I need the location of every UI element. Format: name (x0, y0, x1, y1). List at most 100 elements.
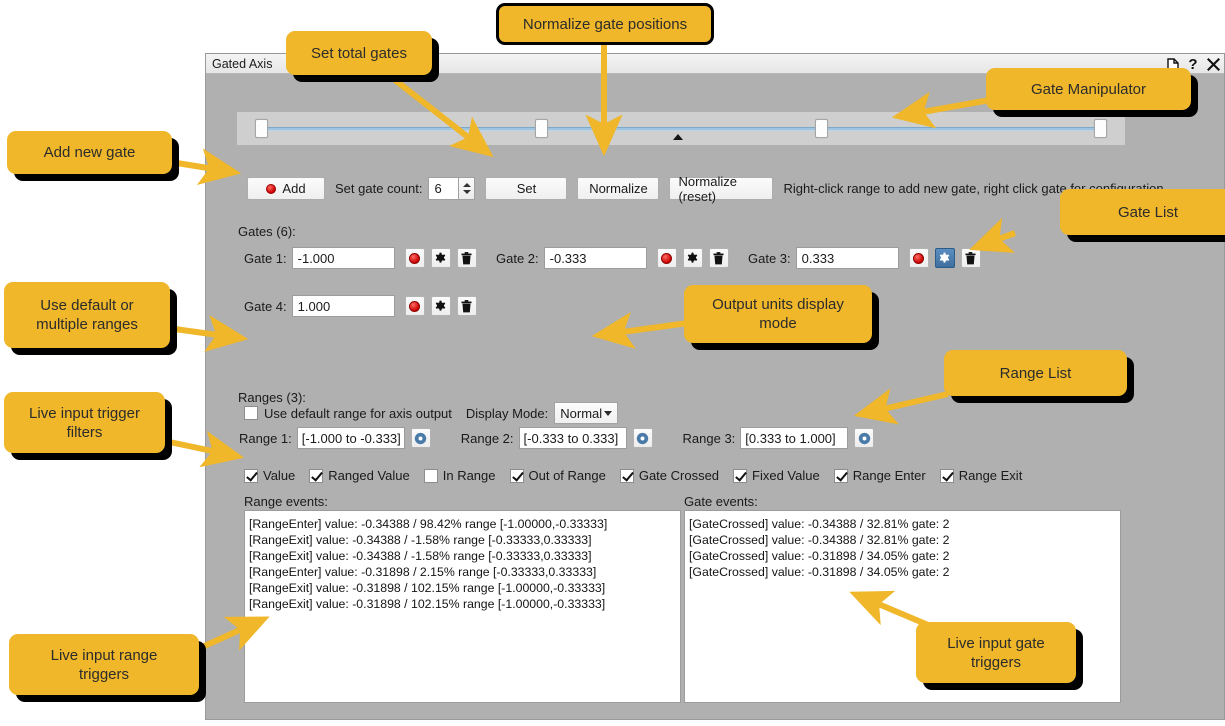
gate-value-input[interactable]: 1.000 (291, 295, 395, 317)
gate-delete-button[interactable] (456, 296, 477, 316)
gate-manipulator[interactable] (237, 112, 1125, 145)
gate-settings-button[interactable] (934, 248, 955, 268)
log-line: [RangeEnter] value: -0.34388 / 98.42% ra… (249, 517, 608, 531)
filter-checkbox[interactable] (833, 468, 848, 483)
gate-label: Gate 4: (244, 298, 287, 314)
log-line: [GateCrossed] value: -0.34388 / 32.81% g… (689, 517, 950, 531)
filter-fixed-value[interactable]: Fixed Value (733, 468, 820, 483)
callout-live-input-range-triggers: Live input range triggers (9, 634, 199, 695)
gate-row: Gate 3: 0.333 (748, 247, 981, 269)
gate-value-input[interactable]: 0.333 (795, 247, 899, 269)
filter-range-enter[interactable]: Range Enter (833, 468, 926, 483)
filter-checkbox[interactable] (509, 468, 524, 483)
record-dot-icon (266, 183, 277, 194)
filter-checkbox[interactable] (619, 468, 634, 483)
callout-range-list: Range List (944, 350, 1127, 396)
chevron-down-icon[interactable] (462, 190, 471, 194)
gate-row: Gate 4: 1.000 (244, 295, 477, 317)
filter-checkbox[interactable] (939, 468, 954, 483)
gate-settings-button[interactable] (430, 248, 451, 268)
gate-settings-button[interactable] (430, 296, 451, 316)
gate-delete-button[interactable] (960, 248, 981, 268)
normalize-button[interactable]: Normalize (577, 177, 660, 200)
gate-delete-button[interactable] (456, 248, 477, 268)
set-gate-count-button[interactable]: Set (485, 177, 568, 200)
gate-count-spin-arrows[interactable] (458, 177, 476, 200)
gate-value-input[interactable]: -0.333 (543, 247, 647, 269)
gate-record-button[interactable] (404, 296, 425, 316)
close-icon[interactable] (1204, 55, 1222, 73)
range-events-label: Range events: (244, 494, 328, 509)
filter-label: Fixed Value (752, 468, 820, 483)
record-icon (409, 252, 421, 264)
filter-label: In Range (442, 468, 496, 483)
range-value-input[interactable]: [-0.333 to 0.333] (518, 427, 627, 449)
filter-checkbox[interactable] (733, 468, 748, 483)
gate-record-button[interactable] (908, 248, 929, 268)
use-default-range-checkbox[interactable] (244, 406, 258, 420)
range-value-input[interactable]: [-1.000 to -0.333] (296, 427, 405, 449)
use-default-range-label: Use default range for axis output (264, 405, 452, 421)
filter-value[interactable]: Value (244, 468, 295, 483)
callout-normalize-gate-positions: Normalize gate positions (496, 3, 714, 45)
filter-label: Value (263, 468, 296, 483)
gate-row: Gate 2: -0.333 (496, 247, 729, 269)
record-icon (661, 252, 673, 264)
gate-handle-2[interactable] (535, 119, 548, 138)
filter-ranged-value[interactable]: Ranged Value (309, 468, 410, 483)
log-line: [RangeExit] value: -0.31898 / 102.15% ra… (249, 581, 606, 595)
filter-gate-crossed[interactable]: Gate Crossed (619, 468, 719, 483)
log-line: [GateCrossed] value: -0.31898 / 34.05% g… (689, 549, 950, 563)
gate-label: Gate 1: (244, 250, 287, 266)
range-events-log[interactable]: [RangeEnter] value: -0.34388 / 98.42% ra… (244, 510, 681, 703)
gate-events-label: Gate events: (684, 494, 758, 509)
callout-use-default-or-multiple-ranges: Use default or multiple ranges (4, 282, 170, 348)
filter-label: Range Exit (958, 468, 1023, 483)
range-label: Range 2: (460, 430, 514, 446)
output-options-row: Use default range for axis output Displa… (244, 402, 619, 424)
chevron-up-icon[interactable] (462, 183, 471, 187)
ranges-section-header: Ranges (3): (238, 390, 306, 405)
log-line: [GateCrossed] value: -0.31898 / 34.05% g… (689, 565, 950, 579)
display-mode-label: Display Mode: (465, 405, 549, 421)
filter-label: Ranged Value (328, 468, 410, 483)
range-settings-button[interactable] (632, 428, 653, 448)
gate-record-button[interactable] (656, 248, 677, 268)
callout-add-new-gate: Add new gate (7, 131, 172, 174)
gate-count-stepper[interactable]: 6 (428, 177, 476, 200)
filter-label: Range Enter (852, 468, 926, 483)
normalize-reset-button[interactable]: Normalize (reset) (669, 174, 774, 204)
gate-delete-button[interactable] (708, 248, 729, 268)
gate-slider-track[interactable] (259, 127, 1103, 131)
gate-count-input[interactable]: 6 (428, 177, 459, 200)
filter-out-of-range[interactable]: Out of Range (509, 468, 606, 483)
gate-settings-button[interactable] (682, 248, 703, 268)
filter-checkbox[interactable] (244, 468, 258, 483)
range-settings-button[interactable] (410, 428, 431, 448)
filter-checkbox[interactable] (423, 468, 438, 483)
gate-value-input[interactable]: -1.000 (291, 247, 395, 269)
filter-label: Out of Range (528, 468, 606, 483)
gate-handle-1[interactable] (255, 119, 268, 138)
display-mode-select[interactable]: Normal (554, 402, 619, 424)
filter-checkbox[interactable] (309, 468, 324, 483)
gate-handle-4[interactable] (1094, 119, 1107, 138)
filter-range-exit[interactable]: Range Exit (939, 468, 1023, 483)
gate-row: Gate 1: -1.000 (244, 247, 477, 269)
chevron-down-icon (604, 410, 613, 416)
gate-record-button[interactable] (404, 248, 425, 268)
add-gate-button[interactable]: Add (247, 177, 325, 200)
gate-handle-3[interactable] (815, 119, 828, 138)
gate-label: Gate 2: (496, 250, 539, 266)
gate-label: Gate 3: (748, 250, 791, 266)
range-settings-button[interactable] (854, 428, 875, 448)
range-row: Range 2: [-0.333 to 0.333] (461, 427, 653, 449)
range-value-input[interactable]: [0.333 to 1.000] (740, 427, 849, 449)
filter-in-range[interactable]: In Range (423, 468, 496, 483)
gate-count-label: Set gate count: (335, 181, 423, 196)
range-row: Range 1: [-1.000 to -0.333] (239, 427, 431, 449)
range-row: Range 3: [0.333 to 1.000] (683, 427, 875, 449)
gate-toolbar: Add Set gate count: 6 Set Normalize Norm… (247, 174, 1164, 204)
display-mode-value: Normal (560, 405, 603, 421)
ranges-list: Range 1: [-1.000 to -0.333] Range 2: [-0… (239, 427, 875, 449)
